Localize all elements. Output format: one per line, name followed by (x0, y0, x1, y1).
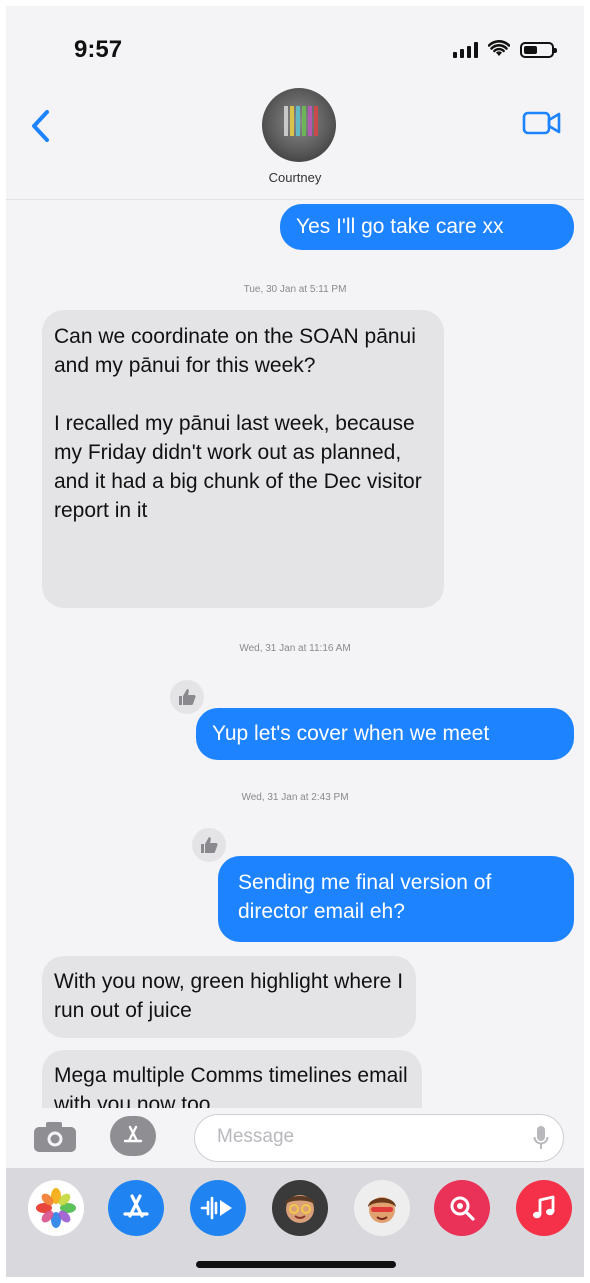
memoji-stickers-icon[interactable] (354, 1180, 410, 1236)
home-indicator[interactable] (196, 1261, 396, 1268)
thumbs-up-icon (201, 837, 218, 853)
timestamp: Tue, 30 Jan at 5:11 PM (243, 284, 347, 295)
message-text: Mega multiple Comms timelines email with… (54, 1064, 414, 1108)
battery-icon (520, 42, 557, 58)
audio-message-icon[interactable] (190, 1180, 246, 1236)
microphone-icon[interactable] (533, 1125, 549, 1151)
message-bubble-incoming[interactable]: Mega multiple Comms timelines email with… (42, 1050, 422, 1108)
message-text: Yup let's cover when we meet (212, 722, 490, 745)
tapback-reaction[interactable] (168, 678, 206, 716)
thumbs-up-icon (179, 689, 196, 705)
phone-screen: 9:57 Courtney Yes I'll go take care xx T… (6, 6, 584, 1277)
conversation-header: Courtney (6, 86, 584, 200)
memoji-icon[interactable] (272, 1180, 328, 1236)
message-text: With you now, green highlight where I ru… (54, 970, 409, 1022)
status-time: 9:57 (74, 36, 123, 63)
message-text: Can we coordinate on the SOAN pānui and … (54, 325, 422, 522)
music-icon[interactable] (516, 1180, 572, 1236)
status-icons (453, 40, 557, 58)
app-store-icon (123, 1125, 143, 1143)
photos-icon[interactable] (28, 1180, 84, 1236)
timestamp: Wed, 31 Jan at 11:16 AM (239, 643, 351, 654)
message-input[interactable] (217, 1115, 527, 1159)
cellular-signal-icon (453, 42, 478, 58)
chevron-left-icon[interactable] (26, 106, 56, 146)
message-bubble-outgoing[interactable]: Sending me final version of director ema… (218, 856, 574, 942)
timestamp: Wed, 31 Jan at 2:43 PM (241, 792, 349, 803)
compose-bar (6, 1108, 584, 1168)
avatar[interactable] (262, 88, 336, 162)
video-camera-icon[interactable] (522, 108, 562, 138)
tapback-reaction[interactable] (190, 826, 228, 864)
message-field[interactable] (194, 1114, 564, 1162)
app-store-button[interactable] (110, 1116, 156, 1156)
message-thread[interactable]: Yes I'll go take care xx Tue, 30 Jan at … (6, 200, 584, 1108)
message-text: Yes I'll go take care xx (296, 215, 504, 238)
app-store-icon[interactable] (108, 1180, 164, 1236)
avatar-image (284, 106, 318, 136)
message-bubble-incoming[interactable]: Can we coordinate on the SOAN pānui and … (42, 310, 444, 608)
message-bubble-outgoing[interactable]: Yes I'll go take care xx (280, 204, 574, 250)
message-bubble-outgoing[interactable]: Yup let's cover when we meet (196, 708, 574, 760)
battery-level (524, 46, 537, 54)
message-text: Sending me final version of director ema… (238, 871, 498, 923)
status-bar: 9:57 (6, 6, 584, 86)
web-search-icon[interactable] (434, 1180, 490, 1236)
message-bubble-incoming[interactable]: With you now, green highlight where I ru… (42, 956, 416, 1038)
wifi-icon (488, 40, 510, 56)
contact-name[interactable]: Courtney (6, 170, 584, 185)
camera-icon[interactable] (32, 1120, 78, 1154)
